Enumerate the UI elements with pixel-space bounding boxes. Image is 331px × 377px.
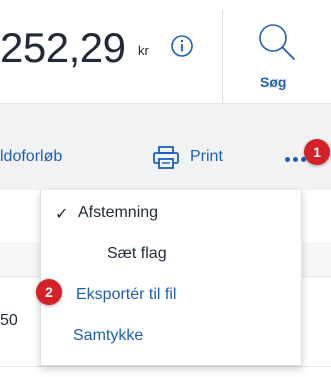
- row-divider: [0, 366, 331, 367]
- menu-item-label: Afstemning: [78, 204, 159, 221]
- transaction-amount-partial: 50: [0, 312, 18, 329]
- menu-item-eksporter-til-fil[interactable]: Eksportér til fil: [41, 278, 301, 316]
- menu-item-label: Eksportér til fil: [76, 286, 177, 303]
- info-icon[interactable]: [170, 34, 194, 58]
- step-badge-1: 1: [304, 139, 330, 165]
- saldoforloeb-link[interactable]: ldoforløb: [0, 148, 62, 166]
- step-badge-2: 2: [36, 279, 62, 305]
- check-icon: ✓: [55, 206, 69, 223]
- search-button-label[interactable]: Søg: [260, 74, 286, 90]
- print-button[interactable]: Print: [190, 148, 223, 166]
- more-options-menu: ✓ Afstemning Sæt flag Eksportér til fil …: [40, 190, 302, 366]
- balance-currency: kr: [138, 43, 149, 58]
- more-dot: [292, 156, 298, 162]
- menu-item-samtykke[interactable]: Samtykke: [41, 319, 301, 357]
- print-icon[interactable]: [151, 145, 181, 171]
- more-dot: [284, 156, 290, 162]
- header-divider: [222, 10, 223, 103]
- menu-item-saet-flag[interactable]: Sæt flag: [41, 237, 301, 275]
- menu-item-afstemning[interactable]: ✓ Afstemning: [41, 196, 301, 234]
- menu-item-label: Sæt flag: [107, 245, 167, 262]
- search-icon[interactable]: [254, 20, 298, 64]
- account-header: 252,29 kr Søg: [0, 0, 331, 103]
- balance-amount: 252,29: [0, 24, 126, 71]
- menu-item-label: Samtykke: [73, 327, 144, 344]
